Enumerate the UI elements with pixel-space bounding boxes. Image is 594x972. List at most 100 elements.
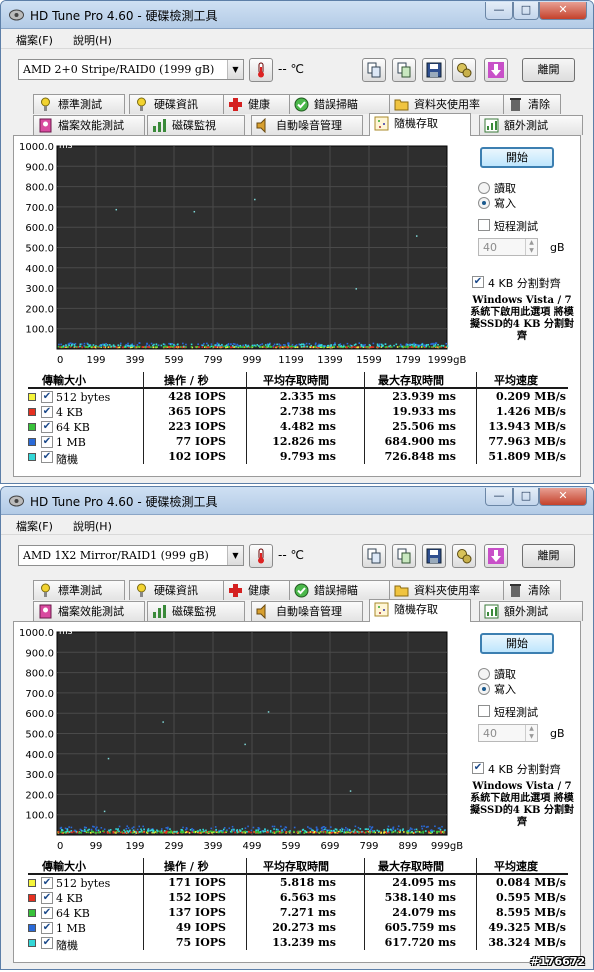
tab-file-benchmark[interactable]: 檔案效能測試: [33, 601, 145, 621]
data-point: [156, 830, 159, 832]
drive-select[interactable]: AMD 2+0 Stripe/RAID0 (1999 gB) ▼: [18, 59, 244, 80]
series-checkbox[interactable]: ✔: [41, 937, 53, 949]
copy-image-button[interactable]: [392, 544, 416, 568]
drive-select[interactable]: AMD 1X2 Mirror/RAID1 (999 gB) ▼: [18, 545, 244, 566]
series-checkbox[interactable]: ✔: [41, 877, 53, 889]
start-button[interactable]: 開始: [480, 147, 554, 168]
copy-text-button[interactable]: [362, 58, 386, 82]
series-checkbox[interactable]: ✔: [41, 907, 53, 919]
maximize-button[interactable]: □: [513, 2, 539, 20]
exit-button[interactable]: 離開: [522, 58, 575, 82]
menu-help[interactable]: 說明(H): [73, 32, 112, 48]
series-checkbox[interactable]: ✔: [41, 922, 53, 934]
start-button[interactable]: 開始: [480, 633, 554, 654]
copy-text-button[interactable]: [362, 544, 386, 568]
tab-folder-usage[interactable]: 資料夾使用率: [389, 580, 515, 600]
data-point: [66, 830, 69, 832]
exit-button[interactable]: 離開: [522, 544, 575, 568]
close-button[interactable]: ✕: [539, 488, 587, 506]
data-point: [76, 346, 78, 348]
write-radio[interactable]: 寫入: [478, 683, 516, 697]
tab-disk-monitor[interactable]: 磁碟監視: [147, 115, 245, 135]
read-radio[interactable]: 讀取: [478, 668, 516, 682]
series-checkbox[interactable]: ✔: [41, 406, 53, 418]
temperature-button[interactable]: [249, 58, 273, 82]
close-button[interactable]: ✕: [539, 2, 587, 20]
disk-monitor-icon: [152, 604, 167, 619]
menu-bar: 檔案(F) 說明(H): [1, 515, 593, 535]
copy-image-button[interactable]: [392, 58, 416, 82]
download-button[interactable]: [484, 58, 508, 82]
tab-folder-usage[interactable]: 資料夾使用率: [389, 94, 515, 114]
tab-aam[interactable]: 自動噪音管理: [251, 601, 363, 621]
spin-arrows-icon[interactable]: ▲ ▼: [525, 725, 537, 741]
tab-benchmark[interactable]: 標準測試: [33, 580, 125, 600]
data-point: [292, 345, 295, 348]
chevron-down-icon[interactable]: ▼: [227, 546, 243, 565]
tab-random-access[interactable]: 隨機存取: [369, 113, 471, 136]
series-checkbox[interactable]: ✔: [41, 451, 53, 463]
save-button[interactable]: [422, 544, 446, 568]
data-point: [276, 346, 279, 348]
hdtune-window: HD Tune Pro 4.60 - 硬碟檢測工具 — □ ✕ 檔案(F) 說明(H) AM…: [0, 486, 594, 970]
chevron-down-icon[interactable]: ▼: [227, 60, 243, 79]
tab-benchmark[interactable]: 標準測試: [33, 94, 125, 114]
data-point: [438, 345, 441, 348]
tab-label: 資料夾使用率: [414, 584, 480, 597]
tab-file-benchmark[interactable]: 檔案效能測試: [33, 115, 145, 135]
data-point: [264, 344, 267, 346]
tab-random-access[interactable]: 隨機存取: [369, 599, 471, 622]
title-bar[interactable]: HD Tune Pro 4.60 - 硬碟檢測工具 — □ ✕: [1, 487, 593, 515]
tab-error-scan[interactable]: 錯誤掃瞄: [289, 580, 393, 600]
tab-health[interactable]: 健康: [223, 94, 291, 114]
tab-extra-tests[interactable]: 額外測試: [479, 601, 583, 621]
short-test-checkbox[interactable]: [478, 219, 490, 231]
series-checkbox[interactable]: ✔: [41, 391, 53, 403]
tab-aam[interactable]: 自動噪音管理: [251, 115, 363, 135]
minimize-button[interactable]: —: [485, 2, 513, 20]
data-point: [224, 345, 227, 347]
data-point: [152, 346, 155, 349]
tab-erase[interactable]: 清除: [503, 94, 561, 114]
transfer-size: 512 bytes: [56, 877, 111, 890]
tab-erase[interactable]: 清除: [503, 580, 561, 600]
data-point: [81, 830, 83, 832]
menu-file[interactable]: 檔案(F): [16, 518, 53, 534]
download-button[interactable]: [484, 544, 508, 568]
tab-health[interactable]: 健康: [223, 580, 291, 600]
temperature-button[interactable]: [249, 544, 273, 568]
data-point: [162, 343, 165, 345]
read-radio[interactable]: 讀取: [478, 182, 516, 196]
short-test-checkbox[interactable]: [478, 705, 490, 717]
menu-file[interactable]: 檔案(F): [16, 32, 53, 48]
maximize-button[interactable]: □: [513, 488, 539, 506]
test-size-stepper[interactable]: 40 ▲ ▼: [478, 724, 538, 742]
spin-arrows-icon[interactable]: ▲ ▼: [525, 239, 537, 255]
tab-extra-tests[interactable]: 額外測試: [479, 115, 583, 135]
data-point: [136, 344, 139, 346]
data-point: [229, 830, 232, 833]
menu-help[interactable]: 說明(H): [73, 518, 112, 534]
align-4kb-checkbox[interactable]: ✔: [472, 762, 484, 774]
tab-disk-monitor[interactable]: 磁碟監視: [147, 601, 245, 621]
x-tick-label: 0: [57, 355, 63, 366]
write-radio[interactable]: 寫入: [478, 197, 516, 211]
save-button[interactable]: [422, 58, 446, 82]
data-point: [383, 829, 385, 831]
series-checkbox[interactable]: ✔: [41, 421, 53, 433]
data-point: [193, 831, 195, 833]
align-4kb-checkbox[interactable]: ✔: [472, 276, 484, 288]
tab-error-scan[interactable]: 錯誤掃瞄: [289, 94, 393, 114]
data-point: [163, 830, 166, 832]
x-tick-label: 199: [125, 841, 144, 852]
minimize-button[interactable]: —: [485, 488, 513, 506]
options-button[interactable]: [452, 58, 476, 82]
series-checkbox[interactable]: ✔: [41, 892, 53, 904]
table-row: ✔ 512 bytes 171 IOPS 5.818 ms 24.095 ms 0.084…: [28, 876, 568, 891]
options-button[interactable]: [452, 544, 476, 568]
series-checkbox[interactable]: ✔: [41, 436, 53, 448]
tab-label: 額外測試: [504, 605, 548, 618]
data-point: [148, 346, 151, 349]
test-size-stepper[interactable]: 40 ▲ ▼: [478, 238, 538, 256]
title-bar[interactable]: HD Tune Pro 4.60 - 硬碟檢測工具 — □ ✕: [1, 1, 593, 29]
